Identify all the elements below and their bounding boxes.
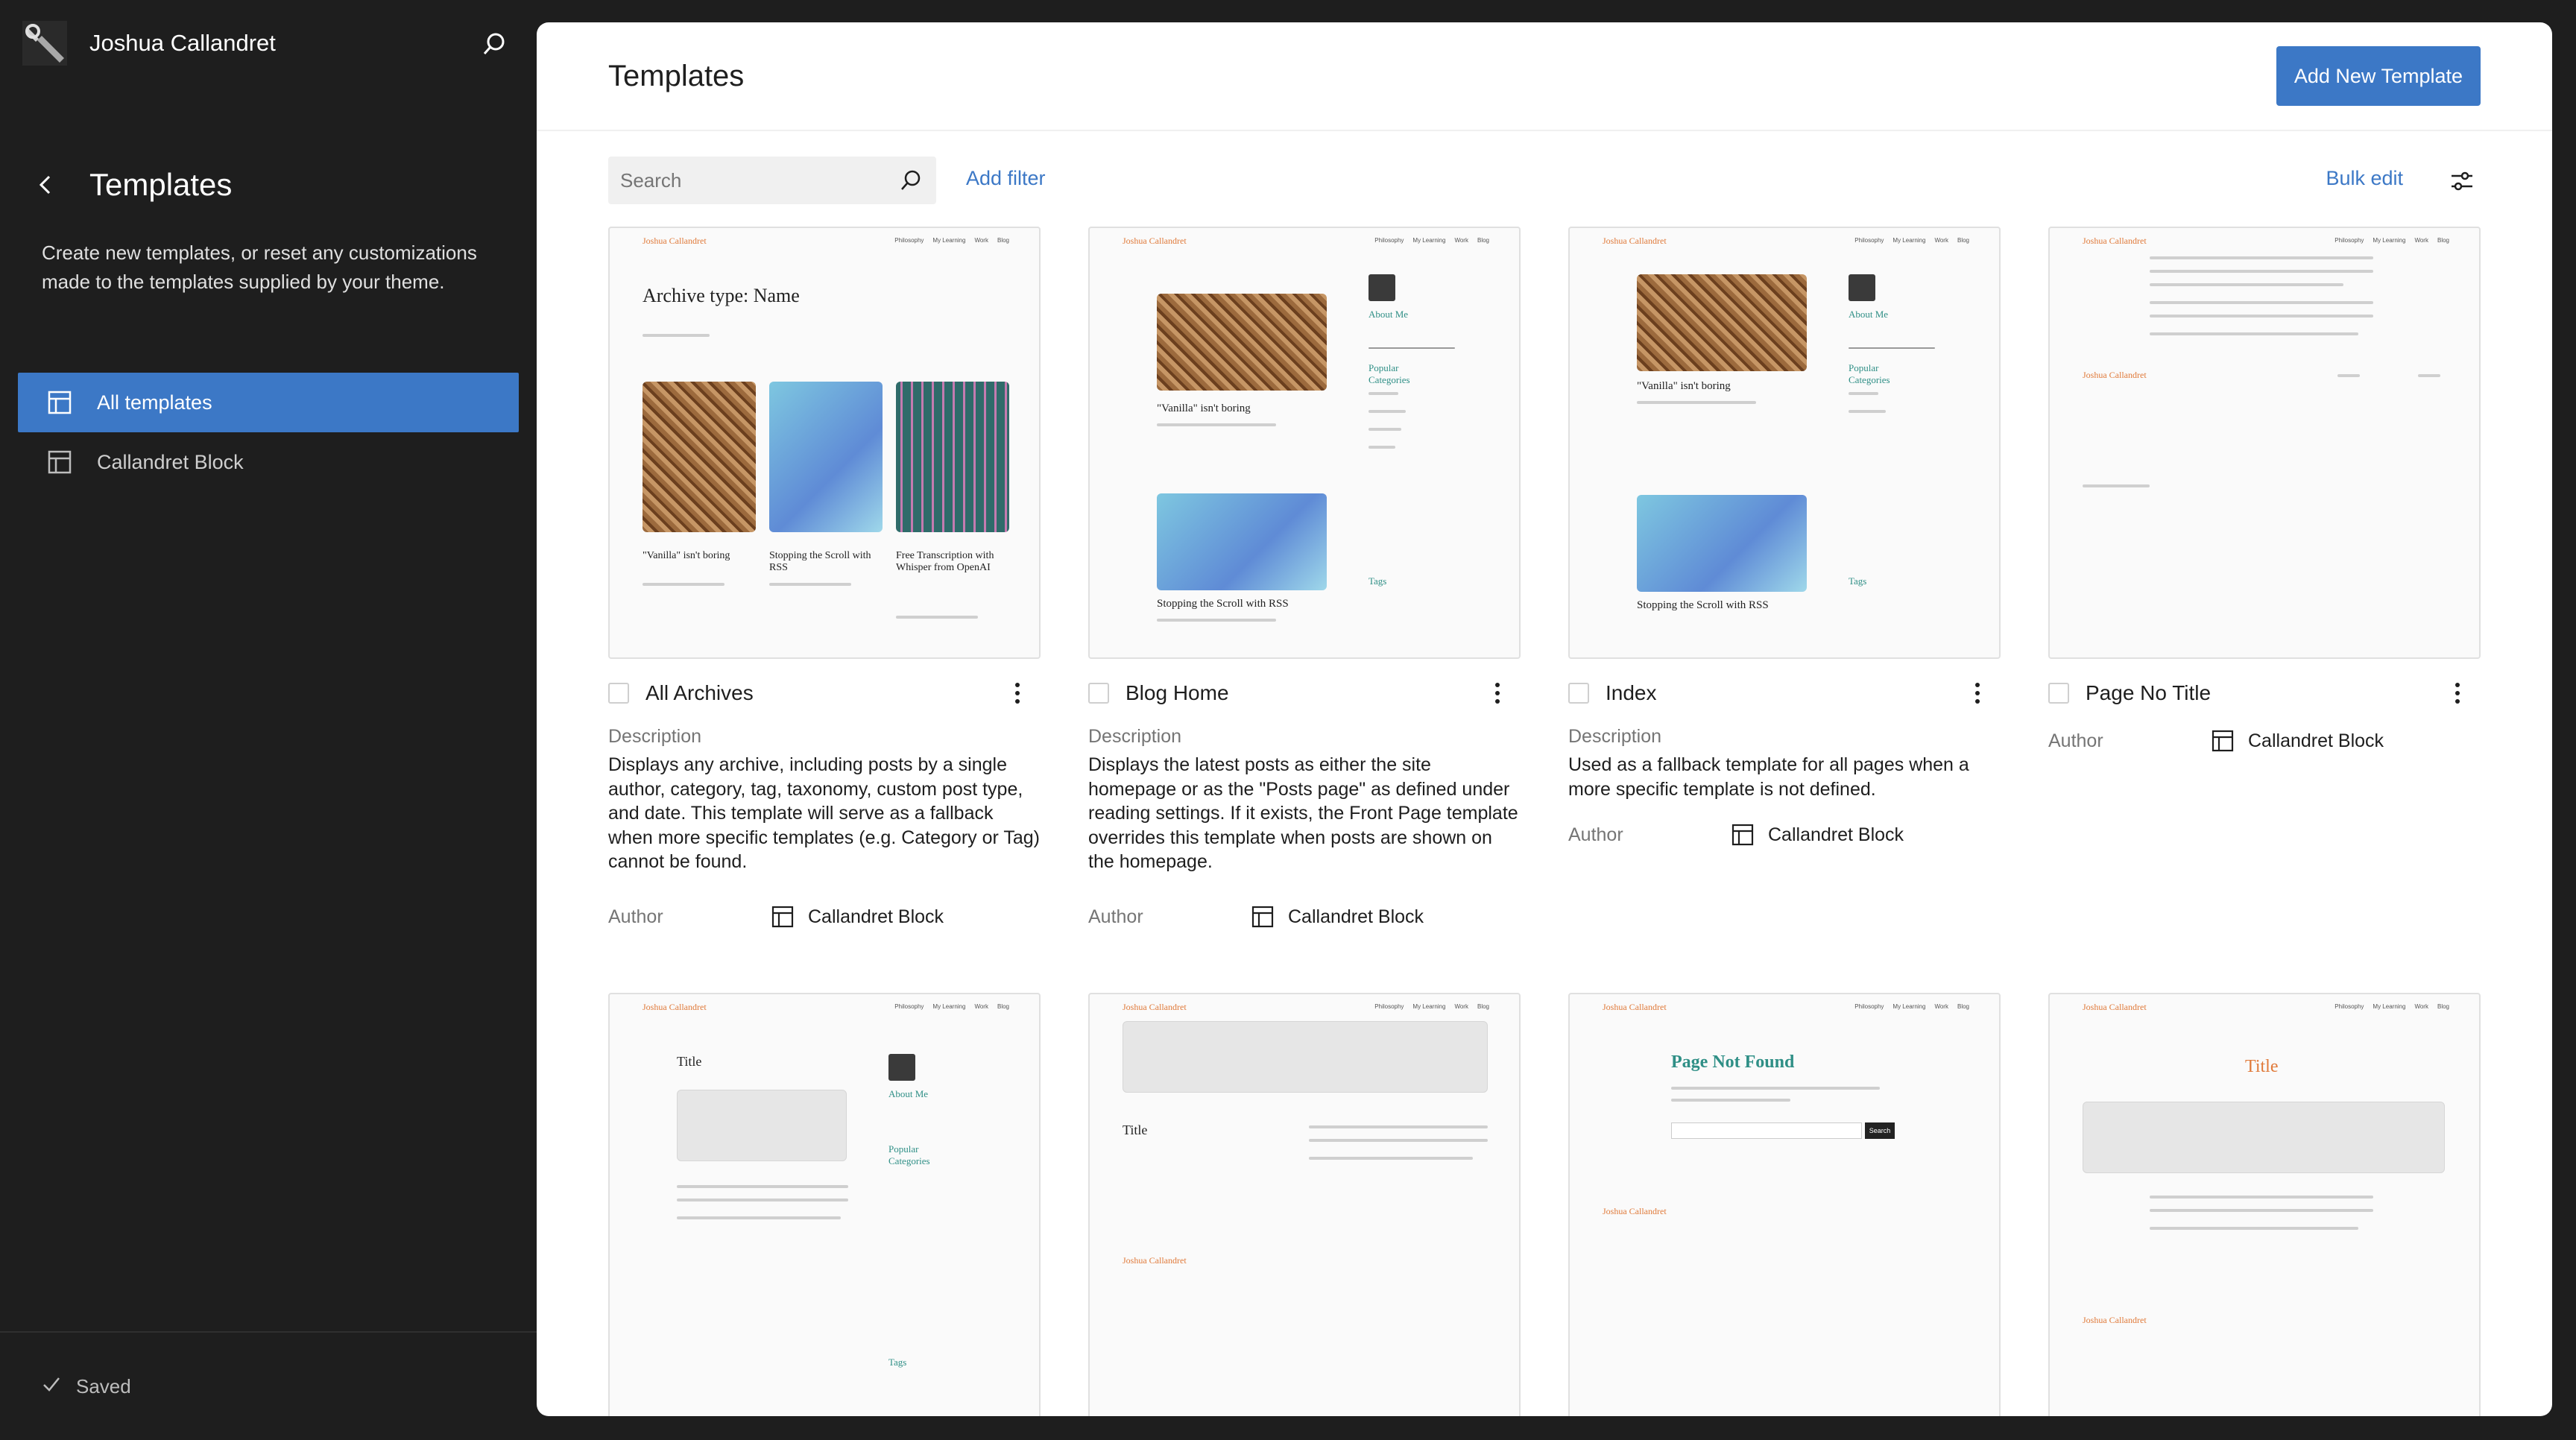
- sidebar-item-label: Callandret Block: [97, 450, 244, 473]
- data-views-toolbar: Add filter Bulk edit: [608, 157, 2481, 204]
- template-card-row2-3: Joshua Callandret Philosophy My Learning W…: [1568, 993, 2001, 1416]
- author-label: Author: [1088, 906, 1143, 927]
- description-label: Description: [1568, 726, 1662, 747]
- template-description: Used as a fallback template for all page…: [1568, 754, 1969, 800]
- description-label: Description: [1088, 726, 1182, 747]
- more-vertical-icon[interactable]: [1966, 677, 1989, 710]
- template-preview[interactable]: Joshua Callandret Philosophy My Learning W…: [1088, 227, 1521, 659]
- author-label: Author: [608, 906, 663, 927]
- site-logo-icon[interactable]: [21, 19, 69, 67]
- template-name[interactable]: Index: [1606, 681, 1657, 705]
- layout-icon: [45, 447, 75, 477]
- template-preview[interactable]: Joshua Callandret Philosophy My Learning W…: [1568, 227, 2001, 659]
- search-icon: [894, 164, 927, 197]
- author-label: Author: [1568, 824, 1623, 845]
- save-status: Saved: [42, 1374, 131, 1399]
- author-value: Callandret Block: [2248, 730, 2384, 751]
- select-checkbox[interactable]: [2048, 683, 2069, 704]
- page-header: Templates Add New Template: [537, 22, 2552, 131]
- template-card-row2-1: Joshua Callandret Philosophy My Learning W…: [608, 993, 1041, 1416]
- layout-icon: [1729, 821, 1756, 848]
- author-row: Author Callandret Block: [2048, 727, 2481, 754]
- template-preview[interactable]: Joshua Callandret Philosophy My Learning W…: [608, 993, 1041, 1416]
- template-card-page-no-title: Joshua Callandret Philosophy My Learning W…: [2048, 227, 2481, 752]
- back-chevron-icon[interactable]: [27, 162, 63, 207]
- template-preview[interactable]: Joshua Callandret Philosophy My Learning W…: [2048, 993, 2481, 1416]
- add-new-template-button[interactable]: Add New Template: [2276, 46, 2481, 106]
- sidebar-item-callandret-block[interactable]: Callandret Block: [18, 432, 519, 492]
- author-value: Callandret Block: [1768, 824, 1904, 845]
- template-description: Displays the latest posts as either the …: [1088, 754, 1518, 872]
- template-name[interactable]: Blog Home: [1126, 681, 1229, 705]
- author-value: Callandret Block: [808, 906, 944, 927]
- template-card-blog-home: Joshua Callandret Philosophy My Learning W…: [1088, 227, 1521, 928]
- template-preview[interactable]: Joshua Callandret Philosophy My Learning W…: [1568, 993, 2001, 1416]
- check-icon: [42, 1374, 61, 1399]
- author-value: Callandret Block: [1288, 906, 1424, 927]
- sidebar-item-all-templates[interactable]: All templates: [18, 373, 519, 432]
- more-vertical-icon[interactable]: [1486, 677, 1509, 710]
- preview-brand: Joshua Callandret: [643, 236, 707, 246]
- saved-label: Saved: [76, 1375, 131, 1398]
- sidebar-footer: Saved: [0, 1331, 537, 1440]
- page-title: Templates: [608, 60, 745, 92]
- layout-icon: [2209, 727, 2236, 754]
- sidebar-description: Create new templates, or reset any custo…: [42, 241, 477, 293]
- card-title-row: All Archives: [608, 677, 1041, 710]
- bulk-edit-button[interactable]: Bulk edit: [2326, 167, 2403, 190]
- author-row: Author Callandret Block: [1568, 821, 2001, 848]
- template-name[interactable]: Page No Title: [2086, 681, 2211, 705]
- sidebar: Joshua Callandret Templates Create new t…: [0, 0, 537, 1440]
- template-preview[interactable]: Joshua Callandret Philosophy My Learning W…: [2048, 227, 2481, 659]
- site-hub: Joshua Callandret: [21, 19, 513, 67]
- more-vertical-icon[interactable]: [2446, 677, 2469, 710]
- layout-icon: [769, 903, 796, 930]
- template-card-index: Joshua Callandret Philosophy My Learning W…: [1568, 227, 2001, 846]
- template-preview[interactable]: Joshua Callandret Philosophy My Learning W…: [608, 227, 1041, 659]
- author-row: Author Callandret Block: [1088, 903, 1521, 930]
- author-label: Author: [2048, 730, 2103, 751]
- template-card-row2-4: Joshua Callandret Philosophy My Learning W…: [2048, 993, 2481, 1416]
- search-input[interactable]: [608, 157, 936, 204]
- sidebar-title: Templates: [89, 167, 233, 202]
- select-checkbox[interactable]: [608, 683, 629, 704]
- view-options-icon[interactable]: [2443, 162, 2481, 200]
- preview-heading: Archive type: Name: [643, 285, 800, 306]
- template-card-row2-2: Joshua Callandret Philosophy My Learning W…: [1088, 993, 1521, 1416]
- template-card-all-archives: Joshua Callandret Philosophy My Learning W…: [608, 227, 1041, 928]
- layout-icon: [45, 388, 75, 417]
- author-row: Author Callandret Block: [608, 903, 1041, 930]
- preview-nav: Philosophy My Learning Work Blog: [894, 237, 1009, 244]
- layout-icon: [1249, 903, 1276, 930]
- main-canvas: Templates Add New Template Add filter Bu…: [537, 22, 2552, 1416]
- description-label: Description: [608, 726, 702, 747]
- site-name[interactable]: Joshua Callandret: [89, 30, 276, 57]
- template-preview[interactable]: Joshua Callandret Philosophy My Learning W…: [1088, 993, 1521, 1416]
- more-vertical-icon[interactable]: [1006, 677, 1029, 710]
- template-description: Displays any archive, including posts by…: [608, 754, 1040, 872]
- select-checkbox[interactable]: [1088, 683, 1109, 704]
- navigation-title: Templates: [27, 162, 232, 207]
- template-name[interactable]: All Archives: [645, 681, 754, 705]
- sidebar-item-label: All templates: [97, 391, 212, 414]
- add-filter-button[interactable]: Add filter: [966, 167, 1046, 190]
- select-checkbox[interactable]: [1568, 683, 1589, 704]
- search-icon[interactable]: [476, 25, 513, 63]
